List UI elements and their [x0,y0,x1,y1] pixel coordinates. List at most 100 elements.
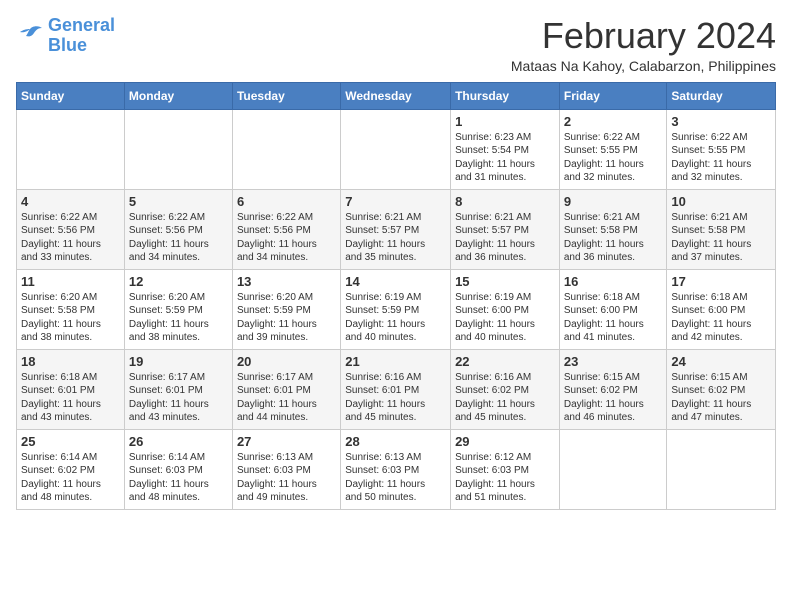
logo: General Blue [16,16,115,56]
calendar-cell: 9 Sunrise: 6:21 AM Sunset: 5:58 PM Daylig… [559,189,667,269]
calendar-cell [124,109,232,189]
calendar-cell: 10 Sunrise: 6:21 AM Sunset: 5:58 PM Dayli… [667,189,776,269]
day-number: 5 [129,194,228,209]
day-number: 29 [455,434,555,449]
calendar-cell: 17 Sunrise: 6:18 AM Sunset: 6:00 PM Dayli… [667,269,776,349]
calendar-cell: 22Sunrise: 6:16 AM Sunset: 6:02 PM Dayli… [451,349,560,429]
day-number: 23 [564,354,663,369]
calendar-cell: 7Sunrise: 6:21 AM Sunset: 5:57 PM Daylig… [341,189,451,269]
day-info: Sunrise: 6:21 AM Sunset: 5:58 PM Dayligh… [671,211,771,265]
day-number: 13 [237,274,336,289]
day-info: Sunrise: 6:23 AM Sunset: 5:54 PM Dayligh… [455,131,555,185]
day-info: Sunrise: 6:16 AM Sunset: 6:01 PM Dayligh… [345,371,446,425]
day-number: 16 [564,274,663,289]
logo-bird-icon [16,25,44,47]
day-info: Sunrise: 6:22 AM Sunset: 5:55 PM Dayligh… [564,131,663,185]
day-number: 18 [21,354,120,369]
day-info: Sunrise: 6:17 AM Sunset: 6:01 PM Dayligh… [129,371,228,425]
day-info: Sunrise: 6:17 AM Sunset: 6:01 PM Dayligh… [237,371,336,425]
calendar-cell: 13 Sunrise: 6:20 AM Sunset: 5:59 PM Dayli… [232,269,340,349]
day-header-friday: Friday [559,82,667,109]
day-number: 17 [671,274,771,289]
calendar-cell: 16 Sunrise: 6:18 AM Sunset: 6:00 PM Dayli… [559,269,667,349]
day-number: 3 [671,114,771,129]
calendar-cell: 24 Sunrise: 6:15 AM Sunset: 6:02 PM Dayli… [667,349,776,429]
day-number: 9 [564,194,663,209]
calendar-cell: 18 Sunrise: 6:18 AM Sunset: 6:01 PM Dayli… [17,349,125,429]
calendar-cell: 28 Sunrise: 6:13 AM Sunset: 6:03 PM Dayli… [341,429,451,509]
calendar-cell: 3 Sunrise: 6:22 AM Sunset: 5:55 PM Daylig… [667,109,776,189]
day-number: 28 [345,434,446,449]
title-block: February 2024 Mataas Na Kahoy, Calabarzo… [511,16,776,74]
day-number: 27 [237,434,336,449]
day-number: 25 [21,434,120,449]
calendar-cell: 5 Sunrise: 6:22 AM Sunset: 5:56 PM Daylig… [124,189,232,269]
day-info: Sunrise: 6:20 AM Sunset: 5:59 PM Dayligh… [237,291,336,345]
week-row-2: 11Sunrise: 6:20 AM Sunset: 5:58 PM Dayli… [17,269,776,349]
day-info: Sunrise: 6:22 AM Sunset: 5:56 PM Dayligh… [129,211,228,265]
day-header-saturday: Saturday [667,82,776,109]
calendar-cell: 1 Sunrise: 6:23 AM Sunset: 5:54 PM Daylig… [451,109,560,189]
day-info: Sunrise: 6:13 AM Sunset: 6:03 PM Dayligh… [237,451,336,505]
day-number: 12 [129,274,228,289]
day-info: Sunrise: 6:19 AM Sunset: 5:59 PM Dayligh… [345,291,446,345]
logo-text: General Blue [48,16,115,56]
calendar-cell: 4Sunrise: 6:22 AM Sunset: 5:56 PM Daylig… [17,189,125,269]
day-info: Sunrise: 6:19 AM Sunset: 6:00 PM Dayligh… [455,291,555,345]
day-info: Sunrise: 6:18 AM Sunset: 6:01 PM Dayligh… [21,371,120,425]
calendar-cell: 21 Sunrise: 6:16 AM Sunset: 6:01 PM Dayli… [341,349,451,429]
calendar-cell: 8Sunrise: 6:21 AM Sunset: 5:57 PM Daylig… [451,189,560,269]
day-info: Sunrise: 6:22 AM Sunset: 5:56 PM Dayligh… [21,211,120,265]
day-info: Sunrise: 6:12 AM Sunset: 6:03 PM Dayligh… [455,451,555,505]
day-info: Sunrise: 6:22 AM Sunset: 5:55 PM Dayligh… [671,131,771,185]
day-header-monday: Monday [124,82,232,109]
day-info: Sunrise: 6:18 AM Sunset: 6:00 PM Dayligh… [564,291,663,345]
day-number: 21 [345,354,446,369]
calendar-cell: 29 Sunrise: 6:12 AM Sunset: 6:03 PM Dayli… [451,429,560,509]
calendar-cell [232,109,340,189]
day-info: Sunrise: 6:21 AM Sunset: 5:58 PM Dayligh… [564,211,663,265]
calendar-cell [17,109,125,189]
day-number: 6 [237,194,336,209]
day-number: 2 [564,114,663,129]
day-number: 26 [129,434,228,449]
calendar-cell: 27 Sunrise: 6:13 AM Sunset: 6:03 PM Dayli… [232,429,340,509]
day-info: Sunrise: 6:18 AM Sunset: 6:00 PM Dayligh… [671,291,771,345]
calendar-cell: 26 Sunrise: 6:14 AM Sunset: 6:03 PM Dayli… [124,429,232,509]
day-info: Sunrise: 6:15 AM Sunset: 6:02 PM Dayligh… [671,371,771,425]
calendar-cell: 20Sunrise: 6:17 AM Sunset: 6:01 PM Dayli… [232,349,340,429]
calendar-cell: 23Sunrise: 6:15 AM Sunset: 6:02 PM Dayli… [559,349,667,429]
day-info: Sunrise: 6:20 AM Sunset: 5:59 PM Dayligh… [129,291,228,345]
day-info: Sunrise: 6:20 AM Sunset: 5:58 PM Dayligh… [21,291,120,345]
day-number: 15 [455,274,555,289]
day-header-tuesday: Tuesday [232,82,340,109]
page-header: General Blue February 2024 Mataas Na Kah… [16,16,776,74]
calendar-cell: 11Sunrise: 6:20 AM Sunset: 5:58 PM Dayli… [17,269,125,349]
day-number: 1 [455,114,555,129]
day-info: Sunrise: 6:14 AM Sunset: 6:03 PM Dayligh… [129,451,228,505]
calendar-cell: 2 Sunrise: 6:22 AM Sunset: 5:55 PM Daylig… [559,109,667,189]
day-info: Sunrise: 6:13 AM Sunset: 6:03 PM Dayligh… [345,451,446,505]
calendar-title: February 2024 [511,16,776,56]
day-number: 22 [455,354,555,369]
calendar-cell: 12 Sunrise: 6:20 AM Sunset: 5:59 PM Dayli… [124,269,232,349]
day-header-wednesday: Wednesday [341,82,451,109]
day-header-sunday: Sunday [17,82,125,109]
calendar-header-row: SundayMondayTuesdayWednesdayThursdayFrid… [17,82,776,109]
day-info: Sunrise: 6:22 AM Sunset: 5:56 PM Dayligh… [237,211,336,265]
week-row-4: 25 Sunrise: 6:14 AM Sunset: 6:02 PM Dayli… [17,429,776,509]
day-number: 14 [345,274,446,289]
day-number: 7 [345,194,446,209]
day-number: 24 [671,354,771,369]
day-header-thursday: Thursday [451,82,560,109]
day-info: Sunrise: 6:21 AM Sunset: 5:57 PM Dayligh… [455,211,555,265]
day-info: Sunrise: 6:14 AM Sunset: 6:02 PM Dayligh… [21,451,120,505]
calendar-cell: 19Sunrise: 6:17 AM Sunset: 6:01 PM Dayli… [124,349,232,429]
calendar-cell: 14 Sunrise: 6:19 AM Sunset: 5:59 PM Dayli… [341,269,451,349]
week-row-3: 18 Sunrise: 6:18 AM Sunset: 6:01 PM Dayli… [17,349,776,429]
calendar-cell: 25 Sunrise: 6:14 AM Sunset: 6:02 PM Dayli… [17,429,125,509]
calendar-cell [559,429,667,509]
calendar-body: 1 Sunrise: 6:23 AM Sunset: 5:54 PM Daylig… [17,109,776,509]
day-number: 10 [671,194,771,209]
calendar-cell [341,109,451,189]
